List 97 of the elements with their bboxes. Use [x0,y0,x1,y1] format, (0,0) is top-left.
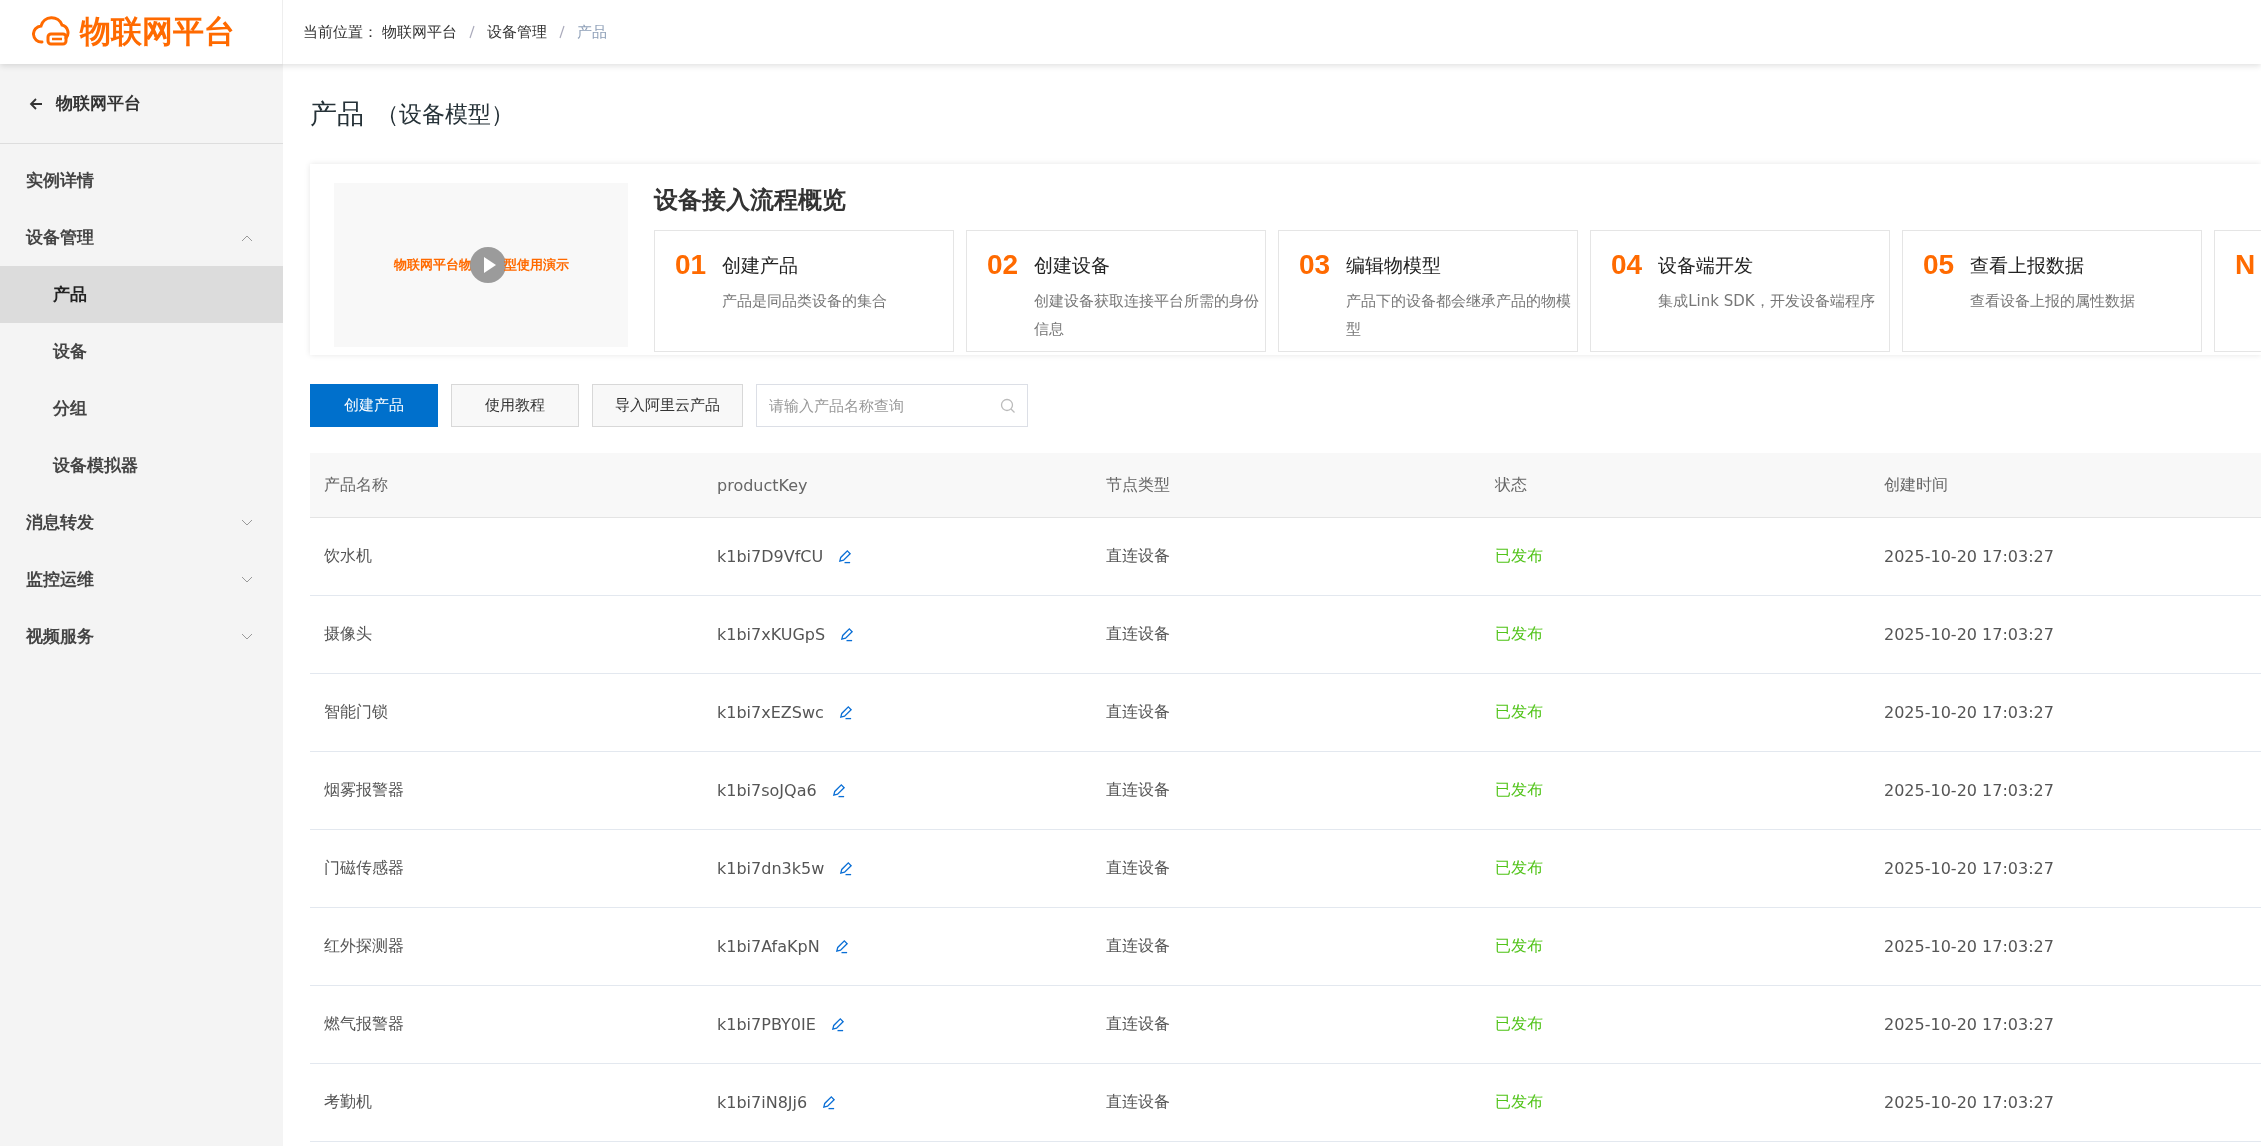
table-cell-text: 直连设备 [1105,858,1171,879]
breadcrumb-current: 产品 [577,22,607,42]
status-text: 已发布 [1494,1014,1544,1035]
step-title: 创建产品 [722,253,800,278]
step-number: 01 [675,248,707,282]
table-cell-text: 门磁传感器 [323,858,405,879]
breadcrumb-separator-icon [469,25,475,39]
breadcrumb-separator-icon [559,25,565,39]
table-cell-text: 2025-10-20 17:03:27 [1883,859,2055,878]
sidebar-group[interactable]: 视频服务 [0,608,283,665]
page-subtitle: （设备模型） [376,99,514,129]
table-cell-text: 摄像头 [323,624,373,645]
table-cell-text: 2025-10-20 17:03:27 [1883,625,2055,644]
edit-icon[interactable] [821,1095,837,1110]
step-title: 编辑物模型 [1346,253,1443,278]
product-key: k1bi7iN8Jj6 [717,1093,808,1112]
table-cell-text: 燃气报警器 [323,1014,405,1035]
status-text: 已发布 [1494,936,1544,957]
sidebar-item[interactable]: 实例详情 [0,152,283,209]
search-icon [1000,398,1016,414]
table-cell-text: 直连设备 [1105,936,1171,957]
table-cell-text: 2025-10-20 17:03:27 [1883,1093,2055,1112]
sidebar-item[interactable]: 设备 [0,323,283,380]
step-number: 03 [1299,248,1331,282]
step-number: 02 [987,248,1019,282]
table-cell-text: 考勤机 [323,1092,373,1113]
sidebar-group[interactable]: 监控运维 [0,551,283,608]
toolbar-button[interactable]: 导入阿里云产品 [592,384,743,427]
status-text: 已发布 [1494,780,1544,801]
edit-icon[interactable] [837,549,853,564]
play-icon [469,247,506,283]
back-arrow-icon [28,95,44,112]
table-cell-text: 直连设备 [1105,624,1171,645]
table-cell-text: 烟雾报警器 [323,780,405,801]
edit-icon[interactable] [839,627,855,642]
toolbar-button[interactable]: 使用教程 [451,384,579,427]
sidebar-item[interactable]: 设备模拟器 [0,437,283,494]
table-cell-text: 直连设备 [1105,702,1171,723]
step-title: 创建设备 [1034,253,1112,278]
column-header: 创建时间 [1883,474,1949,496]
table-cell-text: 红外探测器 [323,936,405,957]
edit-icon[interactable] [838,861,854,876]
step-description: 产品下的设备都会继承产品的物模型 [1346,291,1573,340]
step-description: 创建设备获取连接平台所需的身份信息 [1034,291,1261,340]
table-cell-text: 2025-10-20 17:03:27 [1883,703,2055,722]
step-number: 05 [1923,248,1955,282]
table-cell-text: 饮水机 [323,546,373,567]
status-text: 已发布 [1494,702,1544,723]
breadcrumb-link[interactable]: 设备管理 [487,22,547,42]
product-key: k1bi7AfaKpN [717,937,820,956]
table-cell-text: 2025-10-20 17:03:27 [1883,1015,2055,1034]
table-cell-text: 2025-10-20 17:03:27 [1883,937,2055,956]
sidebar-item[interactable]: 产品 [0,266,283,323]
product-key: k1bi7dn3k5w [717,859,825,878]
sidebar-group[interactable]: 设备管理 [0,209,283,266]
product-key: k1bi7D9VfCU [717,547,824,566]
product-key: k1bi7xKUGpS [717,625,826,644]
step-title: 查看上报数据 [1970,253,2086,278]
cloud-logo-icon [32,16,72,48]
product-key: k1bi7soJQa6 [717,781,817,800]
table-cell-text: 2025-10-20 17:03:27 [1883,781,2055,800]
column-header: 节点类型 [1105,474,1171,496]
search-field[interactable]: 请输入产品名称查询 [756,384,1028,427]
table-cell-text: 智能门锁 [323,702,389,723]
overview-title: 设备接入流程概览 [654,185,847,216]
step-description: 查看设备上报的属性数据 [1970,291,2137,312]
status-text: 已发布 [1494,624,1544,645]
breadcrumb-label: 当前位置： [303,22,378,42]
edit-icon[interactable] [829,1017,845,1032]
sidebar-group[interactable]: 消息转发 [0,494,283,551]
step-description: 产品是同品类设备的集合 [722,291,889,312]
page-title: 产品 [310,97,364,131]
table-cell-text: 2025-10-20 17:03:27 [1883,547,2055,566]
step-number: 04 [1611,248,1643,282]
table-cell-text: 直连设备 [1105,546,1171,567]
edit-icon[interactable] [837,705,853,720]
product-key: k1bi7PBY0IE [717,1015,816,1034]
table-cell-text: 直连设备 [1105,780,1171,801]
product-key: k1bi7xEZSwc [717,703,824,722]
step-description: 集成Link SDK，开发设备端程序 [1658,291,1876,312]
toolbar-button[interactable]: 创建产品 [310,384,438,427]
logo-text: 物联网平台 [80,12,235,51]
edit-icon[interactable] [833,939,849,954]
status-text: 已发布 [1494,1092,1544,1113]
column-header: 状态 [1494,474,1528,496]
column-header: productKey [716,475,809,495]
breadcrumb-link[interactable]: 物联网平台 [382,22,457,42]
table-cell-text: 直连设备 [1105,1092,1171,1113]
table-cell-text: 直连设备 [1105,1014,1171,1035]
status-text: 已发布 [1494,858,1544,879]
status-text: 已发布 [1494,546,1544,567]
sidebar-item[interactable]: 分组 [0,380,283,437]
column-header: 产品名称 [323,474,389,496]
step-number: N [2235,248,2256,282]
edit-icon[interactable] [830,783,846,798]
back-link[interactable]: 物联网平台 [0,64,283,144]
step-title: 设备端开发 [1658,253,1755,278]
